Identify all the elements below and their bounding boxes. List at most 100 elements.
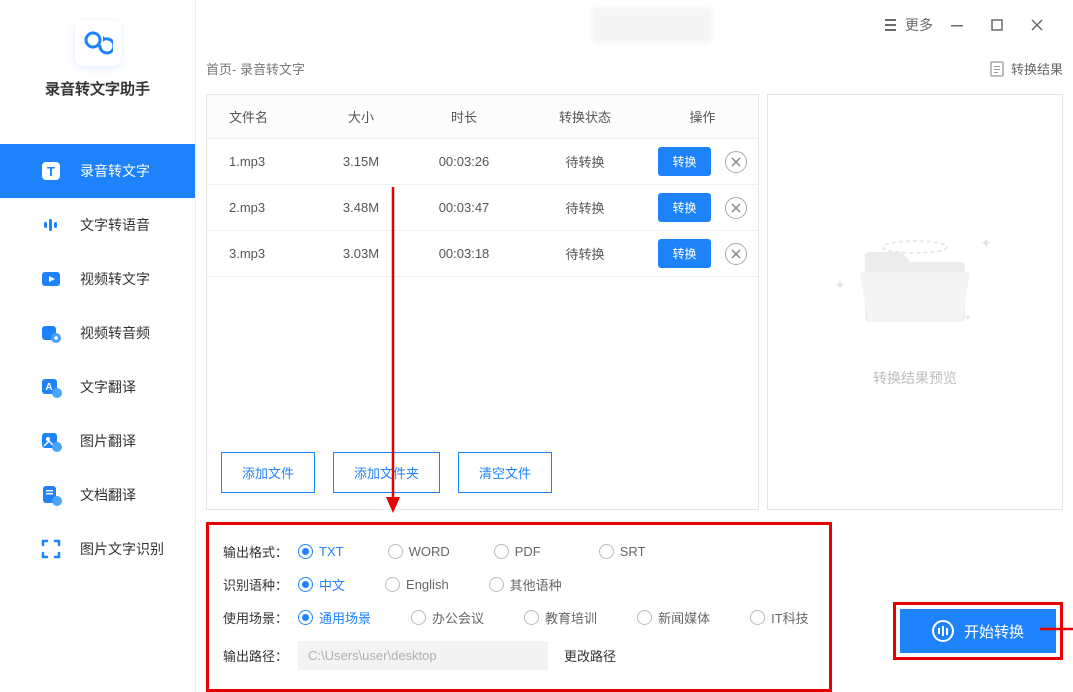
radio-office[interactable]: 办公会议 bbox=[411, 608, 484, 627]
nav-ocr[interactable]: 图片文字识别 bbox=[0, 522, 195, 576]
radio-general[interactable]: 通用场景 bbox=[298, 608, 371, 627]
preview-label: 转换结果预览 bbox=[873, 368, 957, 388]
change-path-link[interactable]: 更改路径 bbox=[564, 646, 616, 665]
close-icon bbox=[1030, 18, 1044, 32]
nav-video-to-text[interactable]: 视频转文字 bbox=[0, 252, 195, 306]
cell-name: 3.mp3 bbox=[207, 231, 317, 276]
language-row: 识别语种： 中文 English 其他语种 bbox=[223, 568, 815, 601]
ocr-icon bbox=[40, 538, 62, 560]
nav-label: 文字转语音 bbox=[80, 215, 150, 235]
clear-files-button[interactable]: 清空文件 bbox=[458, 452, 552, 493]
svg-text:T: T bbox=[47, 164, 55, 179]
settings-panel: 输出格式： TXT WORD PDF SRT 识别语种： 中文 English … bbox=[206, 522, 832, 692]
cell-size: 3.03M bbox=[317, 231, 405, 276]
scene-label: 使用场景： bbox=[223, 608, 288, 627]
translate-text-icon: A bbox=[40, 376, 62, 398]
remove-button[interactable] bbox=[725, 151, 747, 173]
th-action: 操作 bbox=[647, 95, 758, 138]
nav-video-to-audio[interactable]: 视频转音频 bbox=[0, 306, 195, 360]
breadcrumb-row: 首页- 录音转文字 转换结果 bbox=[206, 49, 1063, 94]
nav-label: 视频转文字 bbox=[80, 269, 150, 289]
translate-doc-icon bbox=[40, 484, 62, 506]
cell-size: 3.15M bbox=[317, 139, 405, 184]
table-row: 3.mp3 3.03M 00:03:18 待转换 转换 bbox=[207, 231, 758, 277]
cell-status: 待转换 bbox=[523, 185, 647, 230]
blurred-region bbox=[592, 7, 712, 43]
format-label: 输出格式： bbox=[223, 542, 288, 561]
radio-txt[interactable]: TXT bbox=[298, 544, 344, 559]
nav-label: 文档翻译 bbox=[80, 485, 136, 505]
add-folder-button[interactable]: 添加文件夹 bbox=[333, 452, 440, 493]
maximize-button[interactable] bbox=[977, 5, 1017, 45]
output-path-row: 输出路径： 更改路径 bbox=[223, 634, 815, 677]
table-row: 1.mp3 3.15M 00:03:26 待转换 转换 bbox=[207, 139, 758, 185]
remove-button[interactable] bbox=[725, 197, 747, 219]
nav-label: 视频转音频 bbox=[80, 323, 150, 343]
nav-label: 录音转文字 bbox=[80, 161, 150, 181]
output-format-row: 输出格式： TXT WORD PDF SRT bbox=[223, 535, 815, 568]
nav-doc-translate[interactable]: 文档翻译 bbox=[0, 468, 195, 522]
convert-button[interactable]: 转换 bbox=[658, 147, 710, 176]
table-footer: 添加文件 添加文件夹 清空文件 bbox=[207, 438, 758, 509]
nav-audio-to-text[interactable]: T 录音转文字 bbox=[0, 144, 195, 198]
titlebar: 更多 bbox=[196, 0, 1073, 49]
convert-button[interactable]: 转换 bbox=[658, 239, 710, 268]
app-logo bbox=[75, 20, 121, 66]
path-input[interactable] bbox=[298, 641, 548, 670]
radio-srt[interactable]: SRT bbox=[599, 544, 646, 559]
radio-other-lang[interactable]: 其他语种 bbox=[489, 575, 562, 594]
cell-status: 待转换 bbox=[523, 231, 647, 276]
table-row: 2.mp3 3.48M 00:03:47 待转换 转换 bbox=[207, 185, 758, 231]
nav-image-translate[interactable]: 图片翻译 bbox=[0, 414, 195, 468]
th-name: 文件名 bbox=[207, 95, 317, 138]
th-status: 转换状态 bbox=[523, 95, 647, 138]
cell-name: 2.mp3 bbox=[207, 185, 317, 230]
more-label: 更多 bbox=[905, 15, 933, 35]
nav-label: 文字翻译 bbox=[80, 377, 136, 397]
close-icon bbox=[731, 203, 741, 213]
nav-text-to-speech[interactable]: 文字转语音 bbox=[0, 198, 195, 252]
radio-news[interactable]: 新闻媒体 bbox=[637, 608, 710, 627]
nav-text-translate[interactable]: A 文字翻译 bbox=[0, 360, 195, 414]
video-convert-icon bbox=[40, 322, 62, 344]
cell-name: 1.mp3 bbox=[207, 139, 317, 184]
radio-word[interactable]: WORD bbox=[388, 544, 450, 559]
content: 首页- 录音转文字 转换结果 文件名 大小 时长 转换状态 操作 1.mp3 bbox=[196, 49, 1073, 692]
sidebar: 录音转文字助手 T 录音转文字 文字转语音 视频转文字 视频转音频 A 文字翻译… bbox=[0, 0, 196, 692]
scene-row: 使用场景： 通用场景 办公会议 教育培训 新闻媒体 IT科技 bbox=[223, 601, 815, 634]
close-button[interactable] bbox=[1017, 5, 1057, 45]
translate-image-icon bbox=[40, 430, 62, 452]
radio-chinese[interactable]: 中文 bbox=[298, 575, 345, 594]
hamburger-icon bbox=[885, 19, 896, 31]
main-area: 更多 首页- 录音转文字 转换结果 文件名 大小 时长 转换状态 操作 bbox=[196, 0, 1073, 692]
text-icon: T bbox=[40, 160, 62, 182]
document-icon bbox=[989, 61, 1005, 77]
nav-label: 图片翻译 bbox=[80, 431, 136, 451]
start-convert-button[interactable]: 开始转换 bbox=[900, 609, 1056, 653]
result-link[interactable]: 转换结果 bbox=[989, 59, 1063, 78]
audio-wave-icon bbox=[40, 214, 62, 236]
svg-text:A: A bbox=[45, 382, 52, 393]
cell-action: 转换 bbox=[647, 185, 758, 230]
add-file-button[interactable]: 添加文件 bbox=[221, 452, 315, 493]
app-name: 录音转文字助手 bbox=[45, 78, 150, 99]
radio-education[interactable]: 教育培训 bbox=[524, 608, 597, 627]
radio-pdf[interactable]: PDF bbox=[494, 544, 541, 559]
nav: T 录音转文字 文字转语音 视频转文字 视频转音频 A 文字翻译 图片翻译 文档… bbox=[0, 144, 195, 576]
cell-status: 待转换 bbox=[523, 139, 647, 184]
maximize-icon bbox=[990, 18, 1004, 32]
nav-label: 图片文字识别 bbox=[80, 539, 164, 559]
folder-illustration: ✦ ✦ ✦ bbox=[840, 217, 990, 342]
th-size: 大小 bbox=[317, 95, 405, 138]
minimize-button[interactable] bbox=[937, 5, 977, 45]
cell-size: 3.48M bbox=[317, 185, 405, 230]
th-duration: 时长 bbox=[405, 95, 523, 138]
file-table-panel: 文件名 大小 时长 转换状态 操作 1.mp3 3.15M 00:03:26 待… bbox=[206, 94, 759, 510]
wave-circle-icon bbox=[932, 620, 954, 642]
radio-english[interactable]: English bbox=[385, 577, 449, 592]
convert-button[interactable]: 转换 bbox=[658, 193, 710, 222]
radio-it[interactable]: IT科技 bbox=[750, 608, 809, 627]
more-button[interactable]: 更多 bbox=[881, 5, 937, 45]
table-body: 1.mp3 3.15M 00:03:26 待转换 转换 2.mp3 3.48M … bbox=[207, 139, 758, 277]
remove-button[interactable] bbox=[725, 243, 747, 265]
